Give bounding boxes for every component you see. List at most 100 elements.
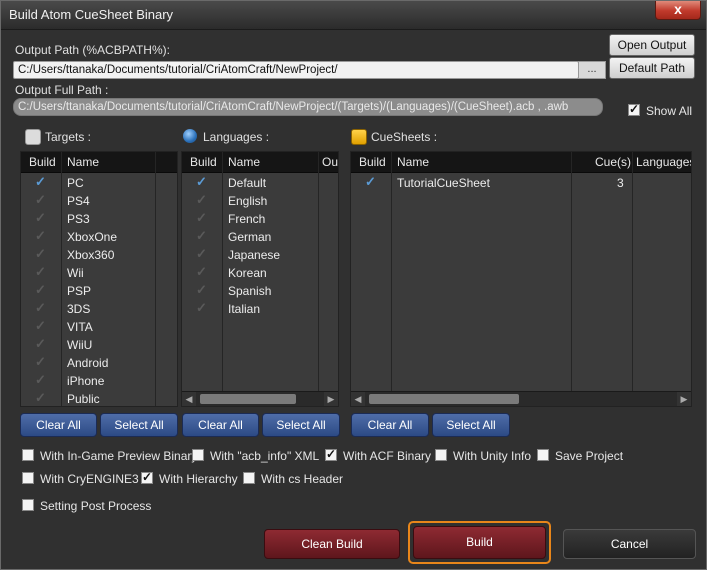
- scroll-left-icon[interactable]: ◀: [351, 392, 365, 406]
- scroll-left-icon[interactable]: ◀: [182, 392, 196, 406]
- build-checkbox[interactable]: ✓: [35, 390, 46, 406]
- list-item-name: Korean: [228, 266, 267, 280]
- targets-clear-all-button[interactable]: Clear All: [20, 413, 97, 437]
- cancel-button[interactable]: Cancel: [563, 529, 696, 559]
- build-checkbox[interactable]: ✓: [196, 210, 207, 226]
- build-button[interactable]: Build: [413, 526, 546, 559]
- build-checkbox[interactable]: ✓: [196, 246, 207, 262]
- list-item[interactable]: ✓ WiiU: [21, 336, 177, 354]
- list-item[interactable]: ✓ Spanish: [182, 282, 338, 300]
- list-item[interactable]: ✓ PS3: [21, 210, 177, 228]
- build-checkbox[interactable]: ✓: [35, 210, 46, 226]
- build-checkbox[interactable]: ✓: [35, 336, 46, 352]
- opt-post-process-label: Setting Post Process: [40, 499, 152, 513]
- list-item[interactable]: ✓ Android: [21, 354, 177, 372]
- list-item[interactable]: ✓ Wii: [21, 264, 177, 282]
- list-item[interactable]: ✓ PS4: [21, 192, 177, 210]
- title-bar[interactable]: Build Atom CueSheet Binary: [1, 1, 706, 30]
- opt-acf-binary-checkbox[interactable]: [325, 447, 337, 461]
- languages-select-all-button[interactable]: Select All: [262, 413, 340, 437]
- browse-button[interactable]: ...: [578, 61, 606, 79]
- list-item[interactable]: ✓ 3DS: [21, 300, 177, 318]
- targets-header-name: Name: [67, 155, 100, 169]
- cuesheets-list[interactable]: Build Name Cue(s) Languages ✓ TutorialCue…: [350, 151, 692, 407]
- opt-unity-info-checkbox[interactable]: [435, 449, 447, 461]
- list-item[interactable]: ✓ English: [182, 192, 338, 210]
- build-checkbox[interactable]: ✓: [196, 282, 207, 298]
- cuesheets-header-name: Name: [397, 155, 430, 169]
- build-checkbox[interactable]: ✓: [35, 246, 46, 262]
- build-checkbox[interactable]: ✓: [196, 264, 207, 280]
- list-item[interactable]: ✓ Japanese: [182, 246, 338, 264]
- build-checkbox[interactable]: ✓: [35, 174, 46, 190]
- cuesheets-hscrollbar[interactable]: ◀ ▶: [351, 391, 691, 406]
- list-item[interactable]: ✓ Public: [21, 390, 177, 406]
- build-checkbox[interactable]: ✓: [35, 300, 46, 316]
- build-checkbox[interactable]: ✓: [365, 174, 376, 190]
- globe-icon: [183, 129, 197, 143]
- opt-save-project-checkbox[interactable]: [537, 449, 549, 461]
- output-full-path-field: C:/Users/ttanaka/Documents/tutorial/CriA…: [13, 98, 603, 116]
- list-item-name: Spanish: [228, 284, 272, 298]
- build-checkbox[interactable]: ✓: [35, 228, 46, 244]
- build-checkbox[interactable]: ✓: [35, 318, 46, 334]
- languages-title: Languages :: [203, 130, 270, 144]
- opt-cryengine3-checkbox[interactable]: [22, 472, 34, 484]
- build-checkbox[interactable]: ✓: [35, 192, 46, 208]
- list-item-name: TutorialCueSheet: [397, 176, 490, 190]
- list-item-name: 3DS: [67, 302, 91, 316]
- clean-build-button[interactable]: Clean Build: [264, 529, 400, 559]
- languages-scroll-thumb[interactable]: [200, 394, 296, 404]
- scroll-right-icon[interactable]: ▶: [324, 392, 338, 406]
- opt-post-process-checkbox[interactable]: [22, 499, 34, 511]
- opt-cs-header-checkbox[interactable]: [243, 472, 255, 484]
- list-item[interactable]: ✓ iPhone: [21, 372, 177, 390]
- list-item[interactable]: ✓ French: [182, 210, 338, 228]
- build-checkbox[interactable]: ✓: [196, 300, 207, 316]
- cuesheets-header-cues: Cue(s): [595, 155, 632, 169]
- list-item[interactable]: ✓ German: [182, 228, 338, 246]
- opt-acb-info-label: With "acb_info" XML: [210, 449, 320, 463]
- build-checkbox[interactable]: ✓: [35, 264, 46, 280]
- opt-in-game-preview-checkbox[interactable]: [22, 449, 34, 461]
- list-item-name: WiiU: [67, 338, 93, 352]
- close-button[interactable]: x: [655, 1, 701, 20]
- show-all-checkbox[interactable]: [628, 102, 640, 116]
- build-checkbox[interactable]: ✓: [35, 372, 46, 388]
- languages-list[interactable]: Build Name Ou ✓ Default ✓ English ✓ French ✓ Ge…: [181, 151, 339, 407]
- targets-list[interactable]: Build Name ✓ PC ✓ PS4 ✓ PS3 ✓ XboxOne ✓ Xbox360 ✓ W…: [20, 151, 178, 407]
- window-title: Build Atom CueSheet Binary: [9, 7, 174, 22]
- list-item[interactable]: ✓ TutorialCueSheet 3: [351, 174, 691, 192]
- list-item-name: English: [228, 194, 268, 208]
- cuesheets-scroll-thumb[interactable]: [369, 394, 519, 404]
- list-item-name: Android: [67, 356, 109, 370]
- list-item[interactable]: ✓ Korean: [182, 264, 338, 282]
- list-item[interactable]: ✓ PC: [21, 174, 177, 192]
- cuesheets-clear-all-button[interactable]: Clear All: [351, 413, 429, 437]
- list-item[interactable]: ✓ PSP: [21, 282, 177, 300]
- list-item[interactable]: ✓ Default: [182, 174, 338, 192]
- build-checkbox[interactable]: ✓: [196, 174, 207, 190]
- languages-hscrollbar[interactable]: ◀ ▶: [182, 391, 338, 406]
- opt-hierarchy-checkbox[interactable]: [141, 470, 153, 484]
- list-item-name: PC: [67, 176, 84, 190]
- targets-select-all-button[interactable]: Select All: [100, 413, 178, 437]
- build-checkbox[interactable]: ✓: [196, 228, 207, 244]
- output-path-input[interactable]: C:/Users/ttanaka/Documents/tutorial/CriA…: [13, 61, 579, 79]
- list-item[interactable]: ✓ Xbox360: [21, 246, 177, 264]
- opt-acb-info-checkbox[interactable]: [192, 449, 204, 461]
- scroll-right-icon[interactable]: ▶: [677, 392, 691, 406]
- list-item[interactable]: ✓ Italian: [182, 300, 338, 318]
- default-path-button[interactable]: Default Path: [609, 57, 695, 79]
- build-checkbox[interactable]: ✓: [196, 192, 207, 208]
- list-item[interactable]: ✓ VITA: [21, 318, 177, 336]
- list-item[interactable]: ✓ XboxOne: [21, 228, 177, 246]
- languages-clear-all-button[interactable]: Clear All: [182, 413, 259, 437]
- targets-header: Build Name: [21, 152, 177, 173]
- languages-header-output: Ou: [322, 155, 339, 169]
- opt-acf-binary-label: With ACF Binary: [343, 449, 432, 463]
- open-output-button[interactable]: Open Output: [609, 34, 695, 56]
- build-checkbox[interactable]: ✓: [35, 282, 46, 298]
- build-checkbox[interactable]: ✓: [35, 354, 46, 370]
- cuesheets-select-all-button[interactable]: Select All: [432, 413, 510, 437]
